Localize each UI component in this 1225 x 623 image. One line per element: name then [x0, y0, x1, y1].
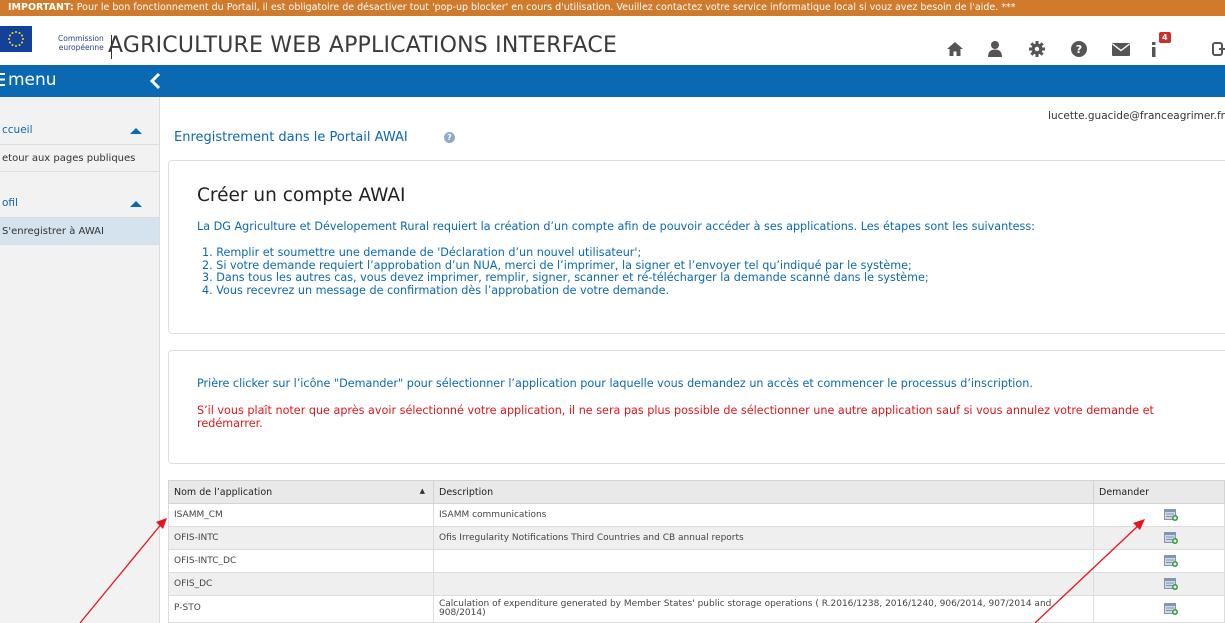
request-access-icon[interactable] [1163, 509, 1178, 521]
step-item: 1. Remplir et soumettre une demande de '… [202, 246, 642, 259]
column-header-request: Demander [1093, 480, 1225, 504]
app-description-cell: Ofis Irregularity Notifications Third Co… [433, 526, 1094, 550]
app-name-cell: ISAMM_CM [168, 503, 434, 527]
steps-list: 1. Remplir et soumettre une demande de '… [197, 246, 929, 297]
menu-toggle[interactable]: menu [0, 70, 57, 90]
request-cell [1093, 595, 1225, 623]
sort-ascending-icon[interactable]: ▲ [420, 487, 425, 495]
table-header-row: Nom de l’application ▲ Description Demand… [168, 480, 1225, 504]
create-account-intro: La DG Agriculture et Dévelopement Rural … [197, 220, 1035, 233]
table-row: P-STO Calculation of expenditure generat… [168, 595, 1225, 623]
column-header-label: Nom de l’application [174, 486, 273, 498]
banner-prefix: IMPORTANT: [8, 2, 74, 13]
request-cell [1093, 549, 1225, 573]
page-title: Enregistrement dans le Portail AWAI [174, 130, 408, 145]
column-header-name[interactable]: Nom de l’application ▲ [168, 480, 434, 504]
commission-line2: européenne [58, 42, 104, 52]
site-header: Commission européenne AGRICULTURE WEB AP… [0, 16, 1225, 65]
menu-bar: menu [0, 65, 1225, 97]
sidebar-section-accueil[interactable]: ccueil [0, 115, 159, 145]
important-banner: IMPORTANT: Pour le bon fonctionnement du… [0, 0, 1225, 16]
app-name-cell: P-STO [168, 595, 434, 623]
eu-flag-logo [0, 26, 32, 52]
table-row: OFIS-INTC Ofis Irregularity Notification… [168, 526, 1225, 550]
instruction-text: Prière clicker sur l’icône "Demander" po… [197, 377, 1033, 390]
gear-icon[interactable] [1027, 40, 1047, 60]
column-header-label: Demander [1099, 486, 1150, 498]
logout-icon[interactable] [1211, 40, 1225, 60]
app-title: AGRICULTURE WEB APPLICATIONS INTERFACE [108, 33, 618, 58]
request-cell [1093, 503, 1225, 527]
commission-logo-text: Commission européenne [58, 34, 104, 52]
banner-text: Pour le bon fonctionnement du Portail, i… [73, 2, 1016, 13]
app-name-cell: OFIS_DC [168, 572, 434, 596]
collapse-triangle-icon [130, 128, 142, 134]
info-icon[interactable]: 4 [1147, 32, 1171, 60]
request-access-icon[interactable] [1163, 555, 1178, 567]
app-description-cell: ISAMM communications [433, 503, 1094, 527]
table-row: OFIS-INTC_DC [168, 549, 1225, 573]
app-description-cell: Calculation of expenditure generated by … [433, 595, 1094, 623]
hamburger-icon [0, 73, 5, 86]
request-access-icon[interactable] [1163, 578, 1178, 590]
sidebar: ccueil etour aux pages publiques ofil S'… [0, 97, 160, 623]
sidebar-item-register[interactable]: S'enregistrer à AWAI [0, 218, 159, 245]
collapse-triangle-icon [130, 201, 142, 207]
applications-table: Nom de l’application ▲ Description Demand… [168, 480, 1225, 623]
notice-panel: Prière clicker sur l’icône "Demander" po… [168, 350, 1225, 464]
sidebar-item-public-pages[interactable]: etour aux pages publiques [0, 145, 159, 172]
app-name-cell: OFIS-INTC_DC [168, 549, 434, 573]
collapse-menu-icon[interactable] [146, 69, 166, 93]
sidebar-item-label: etour aux pages publiques [2, 153, 136, 164]
menu-label: menu [8, 70, 57, 90]
mail-icon[interactable] [1111, 40, 1131, 60]
sidebar-section-label: ofil [2, 197, 18, 209]
svg-text:?: ? [1076, 43, 1082, 56]
help-info-icon[interactable]: ? [444, 132, 455, 143]
request-cell [1093, 572, 1225, 596]
create-account-panel: Créer un compte AWAI La DG Agriculture e… [168, 160, 1225, 334]
notification-badge: 4 [1159, 32, 1171, 43]
user-icon[interactable] [985, 40, 1005, 60]
user-email: lucette.guacide@franceagrimer.fr [1048, 110, 1225, 122]
app-description-cell [433, 549, 1094, 573]
home-icon[interactable] [945, 40, 965, 60]
table-row: OFIS_DC [168, 572, 1225, 596]
sidebar-section-label: ccueil [2, 124, 33, 136]
create-account-title: Créer un compte AWAI [197, 185, 406, 206]
request-access-icon[interactable] [1163, 532, 1178, 544]
warning-text: S’il vous plaît noter que après avoir sé… [197, 404, 1154, 430]
column-header-description[interactable]: Description [433, 480, 1094, 504]
request-access-icon[interactable] [1163, 603, 1178, 615]
app-name-cell: OFIS-INTC [168, 526, 434, 550]
sidebar-item-label: S'enregistrer à AWAI [2, 226, 104, 237]
step-item: 4. Vous recevrez un message de confirmat… [202, 283, 670, 297]
table-row: ISAMM_CM ISAMM communications [168, 503, 1225, 527]
help-icon[interactable]: ? [1069, 40, 1089, 60]
step-item: 3. Dans tous les autres cas, vous devez … [202, 271, 929, 284]
column-header-label: Description [439, 486, 494, 498]
request-cell [1093, 526, 1225, 550]
sidebar-section-profil[interactable]: ofil [0, 188, 159, 218]
app-description-cell [433, 572, 1094, 596]
